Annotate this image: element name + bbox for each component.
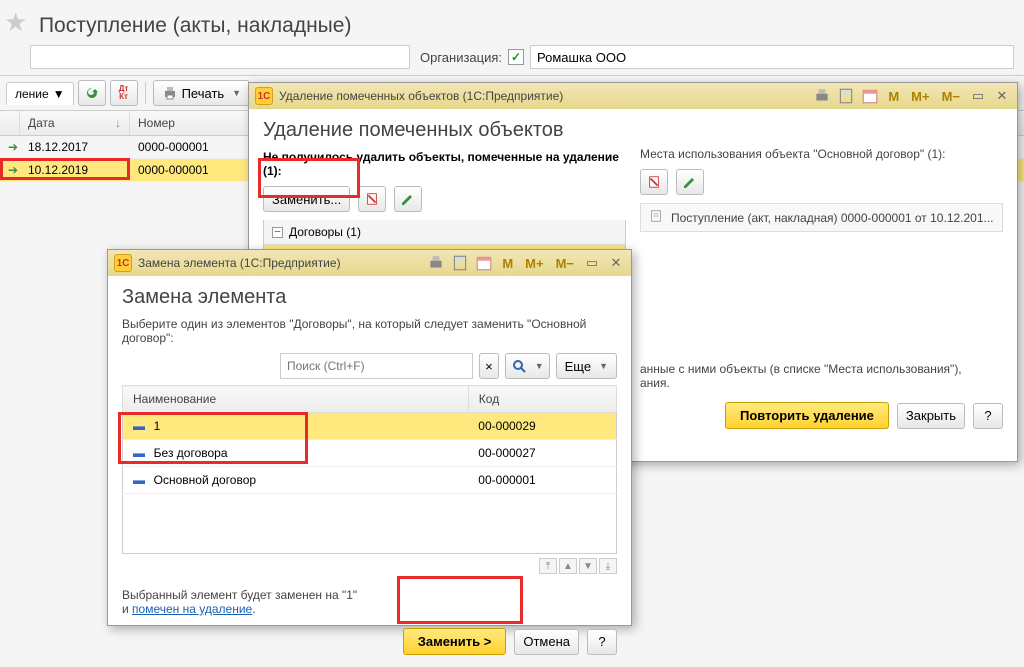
dtkt-button[interactable]: ДтКт	[110, 80, 138, 106]
posted-icon: ➔	[8, 163, 18, 177]
usage-item[interactable]: Поступление (акт, накладная) 0000-000001…	[640, 203, 1003, 232]
dialog-title: Удаление помеченных объектов	[263, 119, 626, 142]
m-minus-button[interactable]: M−	[939, 89, 963, 104]
dialog-instruction: Выберите один из элементов "Договоры", н…	[122, 317, 617, 345]
calendar-icon[interactable]	[861, 87, 879, 105]
m-button[interactable]: M	[499, 256, 516, 271]
close-button[interactable]: Закрыть	[897, 403, 965, 429]
col-name[interactable]: Наименование	[123, 386, 469, 413]
search-button[interactable]: ▼	[505, 353, 550, 379]
nav-buttons: ⤒ ▲ ▼ ⤓	[122, 558, 617, 574]
usage-label: Места использования объекта "Основной до…	[640, 147, 1003, 161]
filter-row: Организация: ✓ Ромашка ООО	[0, 39, 1024, 75]
table-row[interactable]: ▬ 1 00-000029	[123, 413, 617, 440]
nav-last-icon[interactable]: ⤓	[599, 558, 617, 574]
replace-element-window: 1C Замена элемента (1С:Предприятие) M M+…	[107, 249, 632, 626]
nav-first-icon[interactable]: ⤒	[539, 558, 557, 574]
delete-icon	[646, 174, 662, 190]
hint-text-1: анные с ними объекты (в списке "Места ис…	[640, 362, 1003, 376]
pencil-icon	[682, 174, 698, 190]
table-row[interactable]: ▬ Без договора 00-000027	[123, 440, 617, 467]
refresh-button[interactable]	[78, 80, 106, 106]
repeat-delete-button[interactable]: Повторить удаление	[725, 402, 889, 429]
favorite-star-icon[interactable]: ★	[4, 7, 27, 38]
minimize-icon[interactable]: ▭	[969, 87, 987, 105]
m-plus-button[interactable]: M+	[908, 89, 932, 104]
minimize-icon[interactable]: ▭	[583, 254, 601, 272]
1c-logo-icon: 1C	[114, 254, 132, 272]
col-number[interactable]: Номер	[130, 111, 250, 135]
delete-button[interactable]	[358, 186, 386, 212]
print-button[interactable]: Печать ▼	[153, 80, 251, 106]
replace-submit-button[interactable]: Заменить >	[403, 628, 507, 655]
refresh-icon	[84, 85, 100, 101]
nav-down-icon[interactable]: ▼	[579, 558, 597, 574]
tree-group[interactable]: − Договоры (1)	[264, 220, 625, 245]
help-button[interactable]: ?	[587, 629, 617, 655]
cancel-button[interactable]: Отмена	[514, 629, 579, 655]
toolbar-tab[interactable]: ление ▼	[6, 82, 74, 105]
filter-dropdown[interactable]	[30, 45, 410, 69]
organization-input[interactable]: Ромашка ООО	[530, 45, 1014, 69]
chevron-down-icon: ▼	[599, 361, 608, 371]
item-icon: ▬	[133, 446, 147, 460]
edit-usage-button[interactable]	[676, 169, 704, 195]
window-title: Удаление помеченных объектов (1С:Предпри…	[279, 89, 563, 103]
organization-label: Организация:	[420, 50, 502, 65]
posted-icon: ➔	[8, 140, 18, 154]
window-titlebar[interactable]: 1C Удаление помеченных объектов (1С:Пред…	[249, 83, 1017, 109]
window-title: Замена элемента (1С:Предприятие)	[138, 256, 341, 270]
page-title: Поступление (акты, накладные)	[39, 14, 352, 38]
chevron-down-icon: ▼	[53, 87, 65, 101]
print-icon[interactable]	[813, 87, 831, 105]
more-button[interactable]: Еще ▼	[556, 353, 617, 379]
table-row[interactable]: ▬ Основной договор 00-000001	[123, 467, 617, 494]
calendar-icon[interactable]	[475, 254, 493, 272]
window-titlebar[interactable]: 1C Замена элемента (1С:Предприятие) M M+…	[108, 250, 631, 276]
nav-up-icon[interactable]: ▲	[559, 558, 577, 574]
col-code[interactable]: Код	[468, 386, 616, 413]
chevron-down-icon: ▼	[232, 88, 241, 98]
print-icon[interactable]	[427, 254, 445, 272]
item-icon: ▬	[133, 473, 147, 487]
dialog-title: Замена элемента	[122, 286, 617, 309]
page-header: ★ Поступление (акты, накладные)	[0, 0, 1024, 39]
replace-hint: Выбранный элемент будет заменен на "1" и…	[122, 588, 617, 616]
dialog-subtitle: Не получилось удалить объекты, помеченны…	[263, 150, 626, 178]
printer-icon	[162, 85, 178, 101]
replace-button[interactable]: Заменить...	[263, 186, 350, 212]
edit-button[interactable]	[394, 186, 422, 212]
col-date[interactable]: Дата ↓	[20, 111, 130, 135]
1c-logo-icon: 1C	[255, 87, 273, 105]
collapse-icon[interactable]: −	[272, 227, 283, 238]
chevron-down-icon: ▼	[535, 361, 544, 371]
search-icon	[511, 358, 527, 374]
item-icon: ▬	[133, 419, 147, 433]
mark-for-deletion-link[interactable]: помечен на удаление	[132, 602, 252, 616]
calculator-icon[interactable]	[837, 87, 855, 105]
organization-checkbox[interactable]: ✓	[508, 49, 524, 65]
pencil-icon	[400, 191, 416, 207]
m-plus-button[interactable]: M+	[522, 256, 546, 271]
delete-usage-button[interactable]	[640, 169, 668, 195]
m-minus-button[interactable]: M−	[553, 256, 577, 271]
calculator-icon[interactable]	[451, 254, 469, 272]
delete-icon	[364, 191, 380, 207]
m-button[interactable]: M	[885, 89, 902, 104]
dtkt-icon: ДтКт	[116, 85, 132, 101]
search-input[interactable]	[280, 353, 473, 379]
document-icon	[649, 209, 663, 226]
hint-text-2: ания.	[640, 376, 1003, 390]
help-button[interactable]: ?	[973, 403, 1003, 429]
elements-table: Наименование Код ▬ 1 00-000029 ▬ Без дог…	[122, 385, 617, 554]
divider	[145, 82, 146, 104]
close-icon[interactable]: ✕	[607, 254, 625, 272]
clear-search-button[interactable]: ×	[479, 353, 499, 379]
sort-down-icon: ↓	[115, 116, 121, 130]
delete-right-panel: Места использования объекта "Основной до…	[640, 119, 1003, 429]
close-icon[interactable]: ✕	[993, 87, 1011, 105]
